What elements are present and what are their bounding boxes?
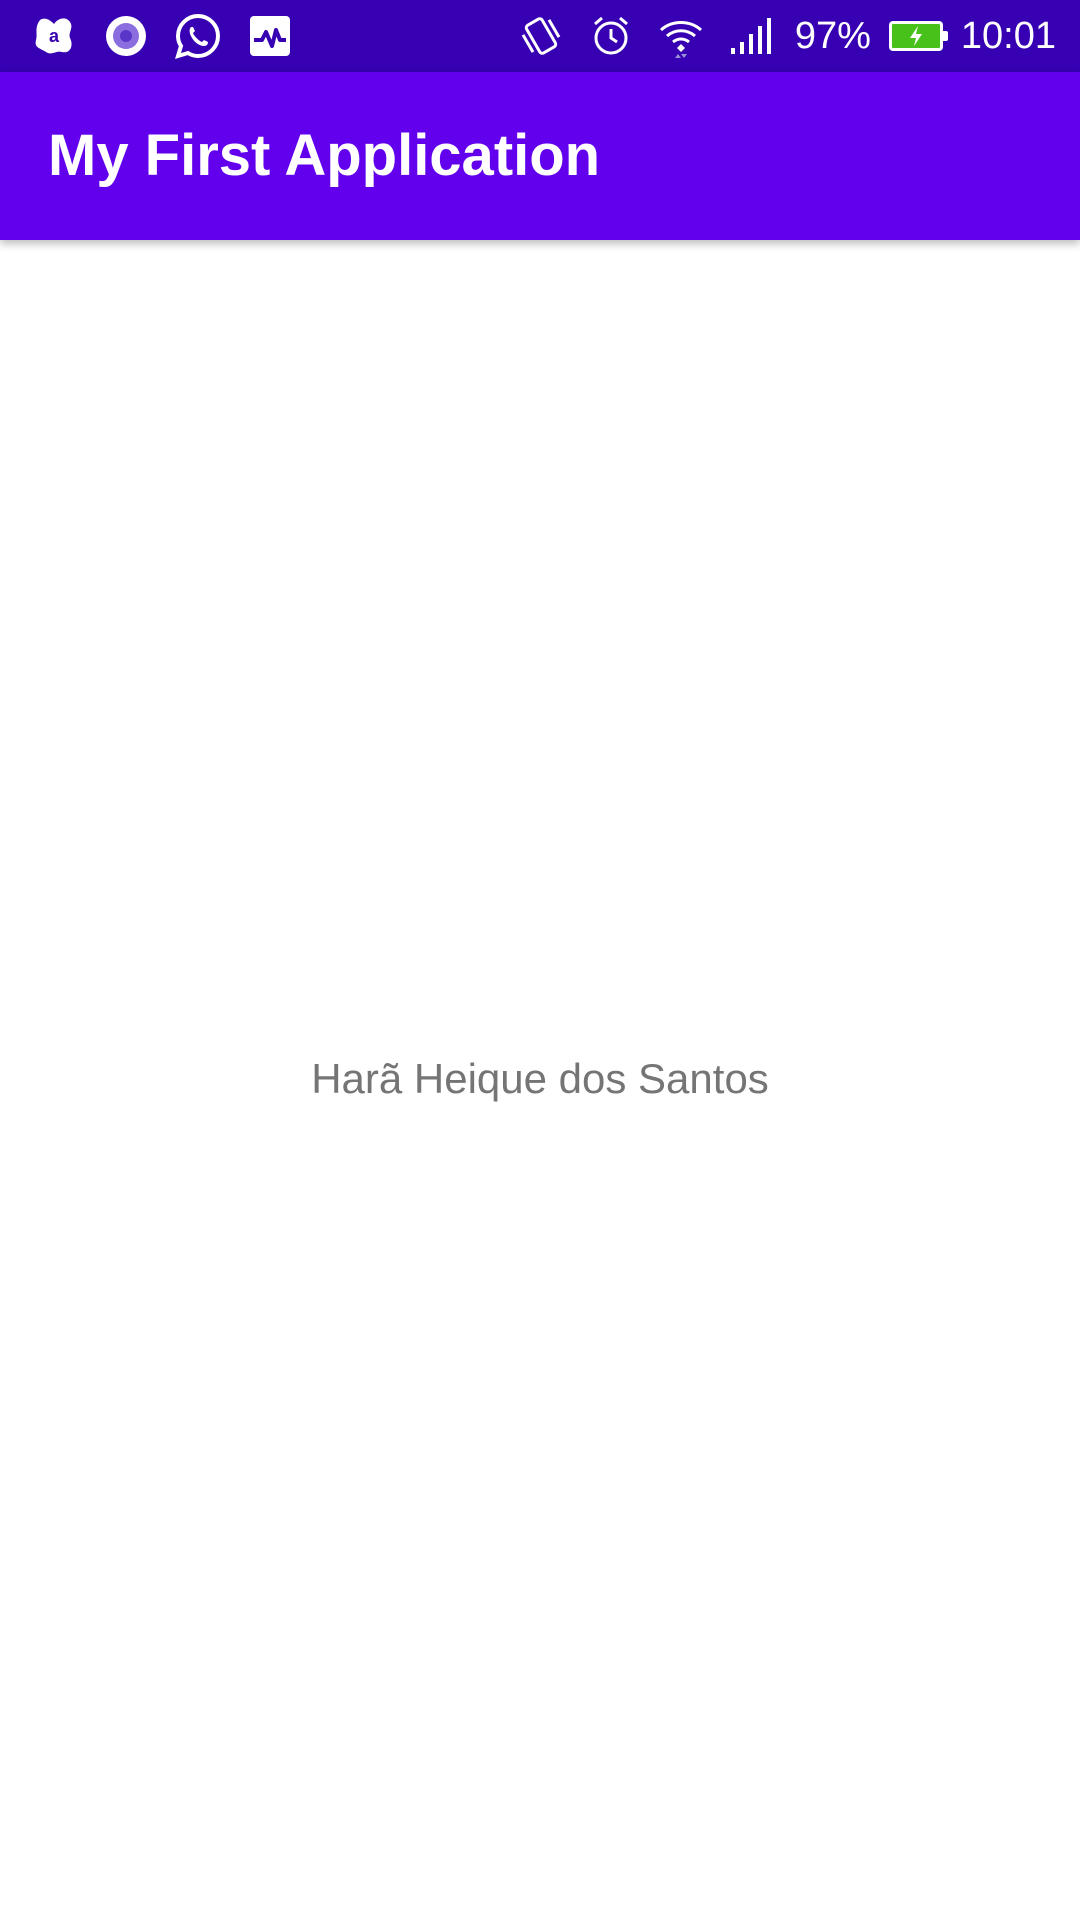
app-bar: My First Application: [0, 72, 1080, 240]
app-title: My First Application: [48, 123, 601, 188]
vibrate-icon: [515, 10, 567, 62]
clock: 10:01: [960, 15, 1056, 57]
notification-icons: a: [28, 10, 296, 62]
charging-bolt-icon: [909, 26, 922, 46]
name-text: Harã Heique dos Santos: [311, 1055, 769, 1102]
whatsapp-icon: [172, 10, 224, 62]
svg-text:a: a: [49, 26, 60, 46]
main-content: Harã Heique dos Santos: [0, 240, 1080, 1920]
alarm-icon: [585, 10, 637, 62]
status-bar: a 97% 10:01: [0, 0, 1080, 72]
screen-recorder-icon: [100, 10, 152, 62]
activity-monitor-icon: [244, 10, 296, 62]
signal-icon: [725, 10, 777, 62]
battery-percent: 97%: [794, 15, 871, 57]
avast-icon: a: [28, 10, 80, 62]
system-icons: 97% 10:01: [515, 10, 1056, 62]
wifi-icon: [655, 10, 707, 62]
battery-icon: [888, 21, 948, 51]
